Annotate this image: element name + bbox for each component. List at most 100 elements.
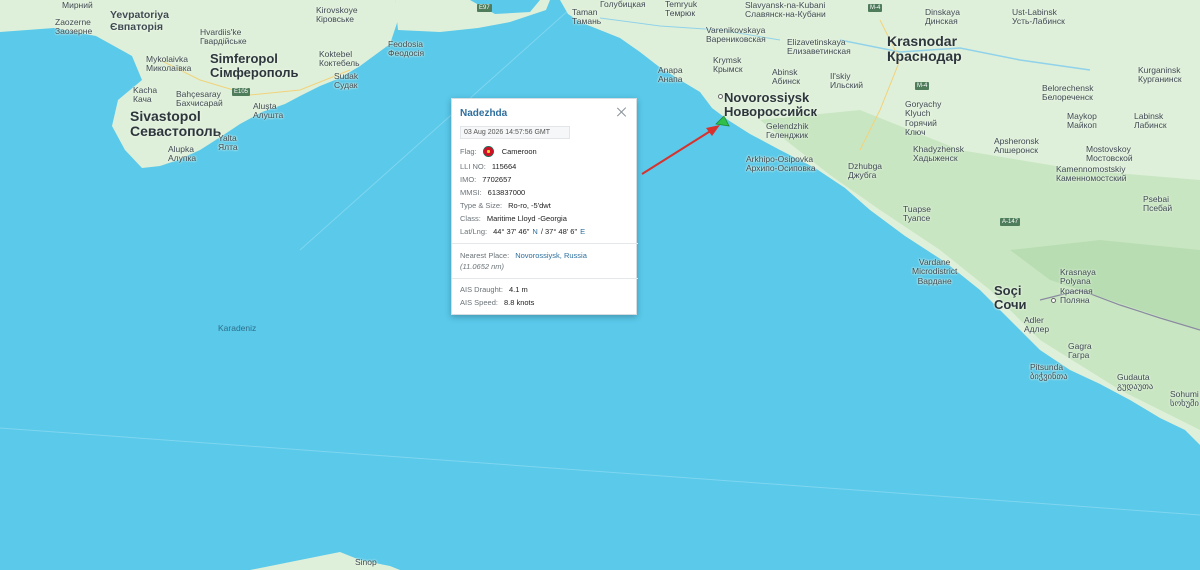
place-label: Kirovskoye Кіровське bbox=[316, 5, 358, 25]
lat-dir: N bbox=[532, 227, 538, 236]
place-label: Soçi Сочи bbox=[994, 283, 1027, 313]
place-label: Taman Тамань bbox=[572, 7, 602, 27]
flag-row: Flag: Cameroon bbox=[460, 146, 537, 157]
nearest-place-link[interactable]: Novorossiysk, Russia bbox=[515, 251, 587, 260]
place-label: Psebai Псебай bbox=[1143, 194, 1173, 214]
cameroon-flag-icon bbox=[482, 146, 494, 157]
mmsi-value: 613837000 bbox=[487, 188, 526, 197]
road-badge: M-4 bbox=[915, 82, 930, 90]
latlng-label: Lat/Lng: bbox=[460, 227, 488, 236]
place-label: Temryuk Темрюк bbox=[665, 0, 698, 19]
place-label: Khadyzhensk Хадыженск bbox=[913, 144, 965, 164]
lng-dir: E bbox=[580, 227, 586, 236]
place-label: Kamennomostskiy Каменномостский bbox=[1056, 164, 1127, 184]
place-label: Sohumi სოხუმი bbox=[1170, 389, 1199, 409]
place-label: Ust-Labinsk Усть-Лабинск bbox=[1012, 7, 1065, 27]
place-label: Anapa Анапа bbox=[658, 65, 683, 85]
lli-label: LLI NO: bbox=[460, 162, 486, 171]
road-badge: E105 bbox=[232, 88, 251, 96]
place-label: Sinop bbox=[355, 557, 377, 567]
vessel-name[interactable]: Nadezhda bbox=[460, 108, 507, 119]
place-label: Dinskaya Динская bbox=[925, 7, 960, 27]
class-row: Class: Maritime Lloyd -Georgia bbox=[460, 213, 567, 224]
divider bbox=[452, 278, 638, 279]
draught-value: 4.1 m bbox=[508, 285, 528, 294]
city-marker bbox=[718, 94, 723, 99]
place-label: Simferopol Сімферополь bbox=[210, 51, 299, 81]
nearest-row: Nearest Place: Novorossiysk, Russia bbox=[460, 250, 587, 261]
road-badge: M-4 bbox=[868, 4, 883, 12]
lli-value: 115664 bbox=[491, 162, 517, 171]
place-label: Krasnaya Polyana Красная Поляна bbox=[1060, 267, 1096, 306]
place-label: Varenikovskaya Варениковская bbox=[706, 25, 766, 45]
type-value: Ro-ro, -5'dwt bbox=[508, 201, 551, 210]
place-label: Tuapse Туапсе bbox=[903, 204, 932, 224]
speed-row: AIS Speed: 8.8 knots bbox=[460, 297, 534, 308]
lng-value: / 37° 48' 6" bbox=[540, 227, 578, 236]
speed-value: 8.8 knots bbox=[503, 298, 535, 307]
road-badge: A-147 bbox=[1000, 218, 1021, 226]
place-label: Feodosia Феодосія bbox=[388, 39, 425, 59]
divider bbox=[452, 243, 638, 244]
class-value: Maritime Lloyd -Georgia bbox=[486, 214, 567, 223]
place-label: Koktebel Коктебель bbox=[319, 49, 360, 69]
place-label: Slavyansk-na-Kubani Славянск-на-Кубани bbox=[745, 0, 826, 20]
place-label: Gagra Гагра bbox=[1068, 341, 1092, 361]
place-label: Hvardiis'ke Гвардійське bbox=[200, 27, 247, 47]
place-label: Belorechensk Белореченск bbox=[1042, 83, 1094, 103]
place-label: Arkhipo-Osipovka Архипо-Осиповка bbox=[746, 154, 816, 174]
lli-row: LLI NO: 115664 bbox=[460, 161, 516, 172]
place-label: Krasnodar Краснодар bbox=[887, 33, 962, 65]
place-label: Krymsk Крымск bbox=[713, 55, 743, 75]
place-label: Yevpatoriya Євпаторія bbox=[110, 9, 169, 33]
close-icon[interactable] bbox=[616, 106, 628, 118]
place-label: Adler Адлер bbox=[1024, 315, 1050, 335]
place-label: Il'skiy Ильский bbox=[830, 71, 863, 91]
place-label: Kacha Кача bbox=[133, 85, 158, 105]
place-label: Gelendzhik Геленджик bbox=[766, 121, 809, 141]
nearest-distance: (11.0652 nm) bbox=[460, 262, 505, 271]
place-label: Мирний bbox=[62, 0, 93, 10]
flag-value: Cameroon bbox=[501, 147, 537, 156]
place-label: Gudauta გუდაუთა bbox=[1117, 372, 1154, 392]
place-label: Dzhubga Джубга bbox=[848, 161, 883, 181]
mmsi-label: MMSI: bbox=[460, 188, 482, 197]
type-row: Type & Size: Ro-ro, -5'dwt bbox=[460, 200, 551, 211]
place-label: Goryachy Klyuch Горячий Ключ bbox=[905, 99, 942, 138]
class-label: Class: bbox=[460, 214, 481, 223]
place-label: Yalta Ялта bbox=[218, 133, 238, 153]
place-label: Sivastopol Севастополь bbox=[130, 108, 222, 140]
place-label: Маykop Майкоп bbox=[1067, 111, 1097, 131]
flag-label: Flag: bbox=[460, 147, 477, 156]
city-marker bbox=[1051, 298, 1056, 303]
speed-label: AIS Speed: bbox=[460, 298, 498, 307]
place-label: Zaozerne Заозерне bbox=[55, 17, 93, 37]
place-label: Alușta Алушта bbox=[253, 101, 284, 121]
timestamp: 03 Aug 2026 14:57:56 GMT bbox=[460, 126, 570, 139]
nearest-label: Nearest Place: bbox=[460, 251, 510, 260]
draught-row: AIS Draught: 4.1 m bbox=[460, 284, 528, 295]
road-badge: E97 bbox=[477, 4, 492, 12]
vessel-info-popup: Nadezhda 03 Aug 2026 14:57:56 GMT Flag: … bbox=[451, 98, 638, 315]
place-label: Pitsunda ბიჭვინთა bbox=[1030, 362, 1068, 382]
place-label: Голубицкая bbox=[600, 0, 646, 9]
place-label: Sudak Судак bbox=[334, 71, 359, 91]
imo-row: IMO: 7702657 bbox=[460, 174, 511, 185]
place-label: Abinsk Абинск bbox=[772, 67, 800, 87]
place-label: Alupka Алупка bbox=[168, 144, 197, 164]
place-label: Apsheronsk Апшеронск bbox=[994, 136, 1039, 156]
imo-value: 7702657 bbox=[482, 175, 512, 184]
latlng-row: Lat/Lng: 44° 37' 46" N / 37° 48' 6" E bbox=[460, 226, 588, 237]
lat-value: 44° 37' 46" bbox=[493, 227, 530, 236]
place-label: Vardane Microdistrict Вардане bbox=[912, 257, 958, 286]
place-label: Kurganinsk Курганинск bbox=[1138, 65, 1182, 85]
draught-label: AIS Draught: bbox=[460, 285, 503, 294]
place-label: Bahçesaray Бахчисарай bbox=[176, 89, 223, 109]
place-label: Mostovskoy Мостовской bbox=[1086, 144, 1133, 164]
sea-label: Karadeniz bbox=[218, 323, 257, 333]
imo-label: IMO: bbox=[460, 175, 477, 184]
type-label: Type & Size: bbox=[460, 201, 503, 210]
place-label: Novorossiysk Новороссийск bbox=[724, 90, 817, 120]
mmsi-row: MMSI: 613837000 bbox=[460, 187, 525, 198]
place-label: Labinsk Лабинск bbox=[1134, 111, 1167, 131]
